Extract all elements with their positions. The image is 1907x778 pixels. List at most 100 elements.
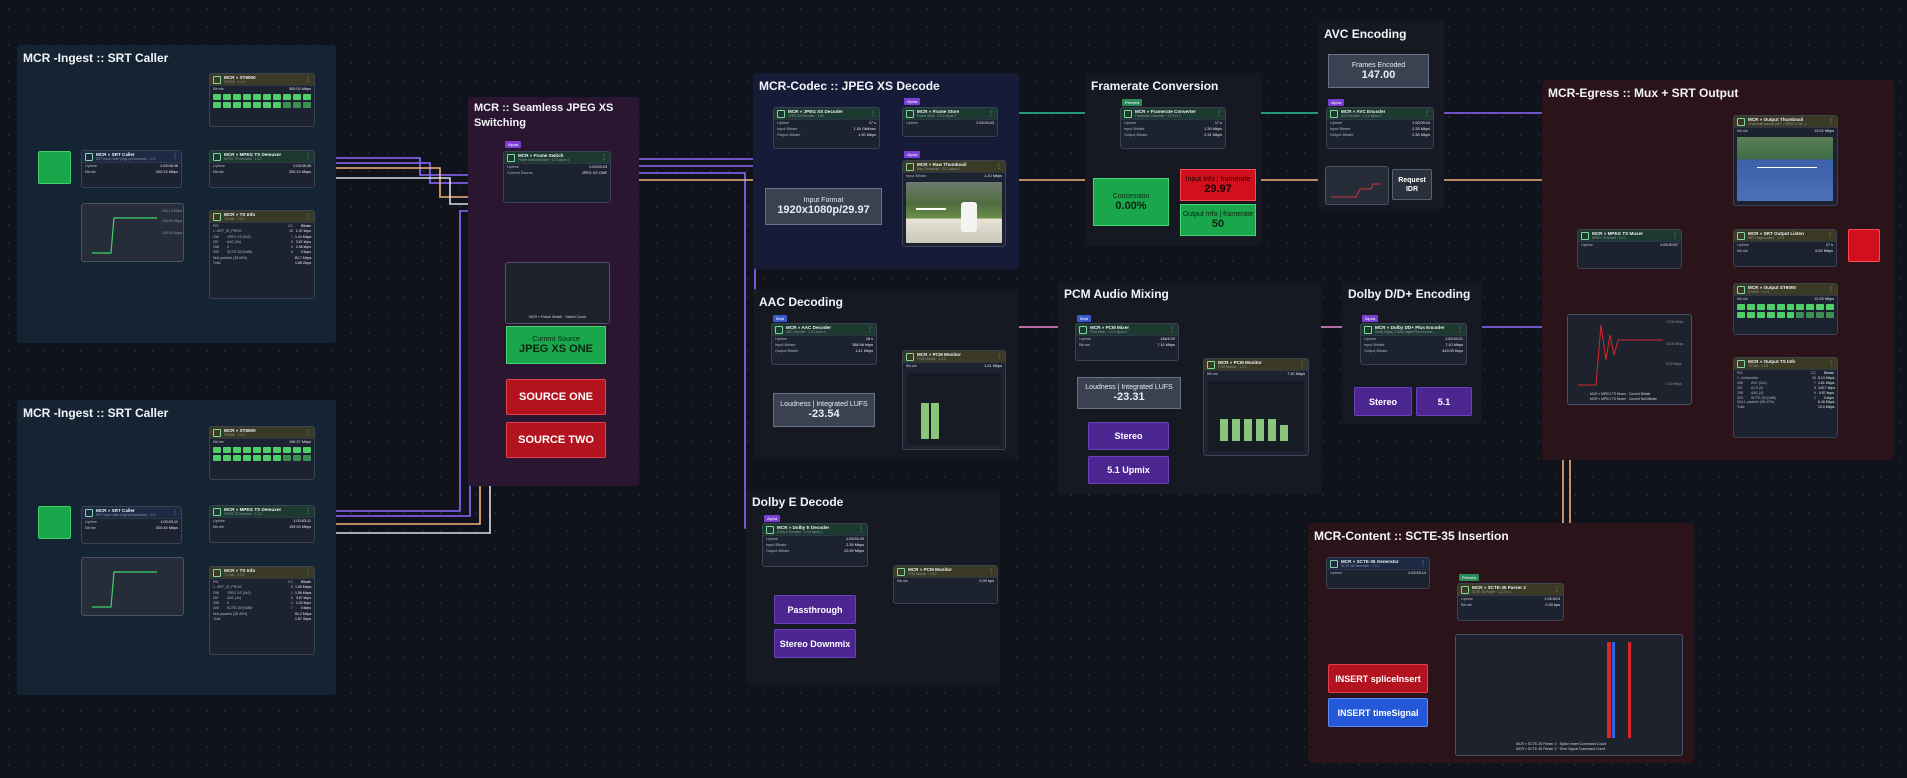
dolby-51-button[interactable]: 5.1 [1416,387,1472,416]
generator-icon [1330,559,1338,568]
node-menu-icon[interactable]: ⋮ [172,509,178,516]
ts-demuxer-node-1[interactable]: MCR » MPEG TS Demuxer MPEG TS Demuxer · 1… [209,150,315,188]
passthrough-button[interactable]: Passthrough [774,595,856,624]
monitor-icon [897,567,905,576]
node-menu-icon[interactable]: ⋮ [1424,110,1430,117]
jpeg-xs-decoder-node[interactable]: MCR » JPEG XS Decoder JPEG XS Decoder · 1… [773,107,880,149]
bitrate-chart-svg: 200.13 Mbps 150.00 Mbps 100.00 Mbps [92,209,182,254]
group-title: PCM Audio Mixing [1064,287,1169,301]
node-menu-icon[interactable]: ⋮ [858,526,864,533]
alpha-badge: Alpha [904,98,921,105]
chart-legend: MCR » SCTE-35 Parser 2 · Splice Insert C… [1516,742,1606,746]
scte35-parser-node[interactable]: MCR » SCTE-35 Parser 2 SCTE-35 Parser · 1… [1457,583,1564,621]
dolby-stereo-button[interactable]: Stereo [1354,387,1412,416]
stream-level-bars [210,92,314,110]
pcm-monitor-node-1[interactable]: MCR » PCM Monitor PCM Monitor · 1.0.0 ⋮ Bi… [902,350,1006,450]
decoder-icon [766,525,774,534]
beta-badge: Beta [1077,315,1092,322]
ts-info-node-2[interactable]: MCR » TS Info TS Info · 1.0.3 ⋮ PID CC Bitra… [209,566,315,655]
demux-icon [213,152,221,161]
pcm-mixer-node[interactable]: MCR » PCM Mixer PCM Mixer · 2.0.0 alpha 3… [1075,323,1179,361]
srt-caller-node-2[interactable]: MCR » SRT Caller SRT Input Caller (high p… [81,506,182,544]
node-menu-icon[interactable]: ⋮ [988,110,994,117]
pcm-monitor-node-2[interactable]: MCR » PCM Monitor PCM Monitor · 1.0.0 ⋮ Bi… [1203,358,1309,456]
node-menu-icon[interactable]: ⋮ [870,110,876,117]
frame-store-node[interactable]: MCR » Frame Store Frame Store · 1.0.0 alp… [902,107,998,137]
node-menu-icon[interactable]: ⋮ [1216,110,1222,117]
stereo-downmix-button[interactable]: Stereo Downmix [774,629,856,658]
node-menu-icon[interactable]: ⋮ [305,213,311,220]
framerate-converter-node[interactable]: MCR » Framerate Converter Framerate Conve… [1120,107,1226,149]
raw-thumbnail-node[interactable]: MCR » Raw Thumbnail Raw Thumbnail · 0.1.1… [902,160,1006,247]
alpha-badge: Alpha [505,141,522,148]
audio-meters [1208,381,1304,451]
group-title: AVC Encoding [1324,27,1407,41]
info-icon [213,212,221,221]
node-menu-icon[interactable]: ⋮ [1169,326,1175,333]
stereo-button[interactable]: Stereo [1088,422,1169,450]
node-menu-icon[interactable]: ⋮ [1828,118,1834,125]
node-menu-icon[interactable]: ⋮ [1554,586,1560,593]
node-menu-icon[interactable]: ⋮ [867,326,873,333]
output-framerate-display: Output Info | framerate 50 [1180,204,1256,236]
monitor-icon [906,352,914,361]
request-idr-button[interactable]: Request IDR [1392,169,1432,200]
node-menu-icon[interactable]: ⋮ [305,153,311,160]
node-menu-icon[interactable]: ⋮ [601,154,607,161]
mixer-icon [1079,325,1087,334]
alpha-badge: Alpha [1328,99,1345,106]
chart-tick-label: 150.00 Mbps [162,219,182,223]
node-menu-icon[interactable]: ⋮ [1827,232,1833,239]
ts-demuxer-node-2[interactable]: MCR » MPEG TS Demuxer MPEG TS Demuxer · 1… [209,505,315,543]
output-st6000-node[interactable]: MCR » Output ST6000 ST6000 · 1.0.3 ⋮ Bitra… [1733,283,1838,335]
mpeg-ts-muxer-node[interactable]: MCR » MPEG TS Muxer MPEG TS Muxer · 1.4.1… [1577,229,1682,269]
srt-caller-node-1[interactable]: MCR » SRT Caller SRT Input Caller (high p… [81,150,182,188]
scte35-generator-node[interactable]: MCR » SCTE-35 Generator SCTE-35 Generator… [1326,557,1430,589]
upmix-button[interactable]: 5.1 Upmix [1088,456,1169,484]
node-menu-icon[interactable]: ⋮ [1420,560,1426,567]
node-menu-icon[interactable]: ⋮ [996,163,1002,170]
chart-tick-label: 200.13 Mbps [162,209,182,213]
node-menu-icon[interactable]: ⋮ [988,568,994,575]
chart-tick-label: 13.00 Mbps [1666,320,1684,324]
ts-info-node-1[interactable]: MCR » TS Info TS Info · 1.0.3 ⋮ PID CC Bitra… [209,210,315,299]
group-title: Dolby E Decode [752,495,844,509]
encoder-icon [1330,109,1338,118]
node-menu-icon[interactable]: ⋮ [172,153,178,160]
srt-output-listen-node[interactable]: MCR » SRT Output Listen SRT Output Listen… [1733,229,1837,267]
node-menu-icon[interactable]: ⋮ [305,569,311,576]
node-menu-icon[interactable]: ⋮ [1828,286,1834,293]
node-menu-icon[interactable]: ⋮ [1299,361,1305,368]
input-format-display: Input Format 1920x1080p/29.97 [765,188,882,225]
ingest-1-status-indicator [38,151,71,184]
switch-count-label: MCR » Frame Switch · Switch Count [529,315,586,319]
node-menu-icon[interactable]: ⋮ [1457,326,1463,333]
st6000-node-2[interactable]: MCR » ST6000 ST6000 · 1.0.2 ⋮ Bitrate 199.3… [209,426,315,480]
frames-encoded-display: Frames Encoded 147.00 [1328,54,1429,88]
monitor-icon [1737,285,1745,294]
node-menu-icon[interactable]: ⋮ [305,429,311,436]
source-two-button[interactable]: SOURCE TWO [506,422,606,458]
group-title: MCR-Content :: SCTE-35 Insertion [1314,529,1509,543]
scte-chart-svg: MCR » SCTE-35 Parser 2 · Splice Insert C… [1516,642,1631,751]
insert-time-signal-button[interactable]: INSERT timeSignal [1328,698,1428,727]
aac-decoder-node[interactable]: MCR » AAC Decoder AAC Decoder · 1.0.0 bet… [771,323,877,365]
ingest-1-bitrate-chart: 200.13 Mbps 150.00 Mbps 100.00 Mbps [81,203,184,262]
node-menu-icon[interactable]: ⋮ [996,353,1002,360]
node-menu-icon[interactable]: ⋮ [1828,360,1834,367]
node-menu-icon[interactable]: ⋮ [305,76,311,83]
avc-encoder-node[interactable]: MCR » AVC Encoder AVC Encoder · 1.1.0 alp… [1326,107,1434,149]
group-title: MCR -Ingest :: SRT Caller [23,51,169,65]
output-thumbnail-node[interactable]: MCR » Output Thumbnail Thumbnail module (… [1733,115,1838,206]
pcm-monitor-node-3[interactable]: MCR » PCM Monitor PCM Monitor · 1.0.0 ⋮ Bi… [893,565,998,604]
frame-switch-node[interactable]: MCR » Frame Switch Frame Switch Module · … [503,151,611,203]
output-ts-info-node[interactable]: MCR » Output TS Info TS Info · 1.0.3 ⋮ PID… [1733,357,1838,438]
node-menu-icon[interactable]: ⋮ [1672,232,1678,239]
source-one-button[interactable]: SOURCE ONE [506,379,606,415]
audio-meters [907,373,1001,445]
dolby-encoder-node[interactable]: MCR » Dolby DD+ Plus Encoder Dolby Digita… [1360,323,1467,365]
st6000-node-1[interactable]: MCR » ST6000 ST6000 · 1.0.2 ⋮ Bitrate 300.0… [209,73,315,127]
insert-splice-insert-button[interactable]: INSERT spliceInsert [1328,664,1428,693]
dolby-e-decoder-node[interactable]: MCR » Dolby E Decoder Dolby E Decoder · 1… [762,523,868,567]
node-menu-icon[interactable]: ⋮ [305,508,311,515]
